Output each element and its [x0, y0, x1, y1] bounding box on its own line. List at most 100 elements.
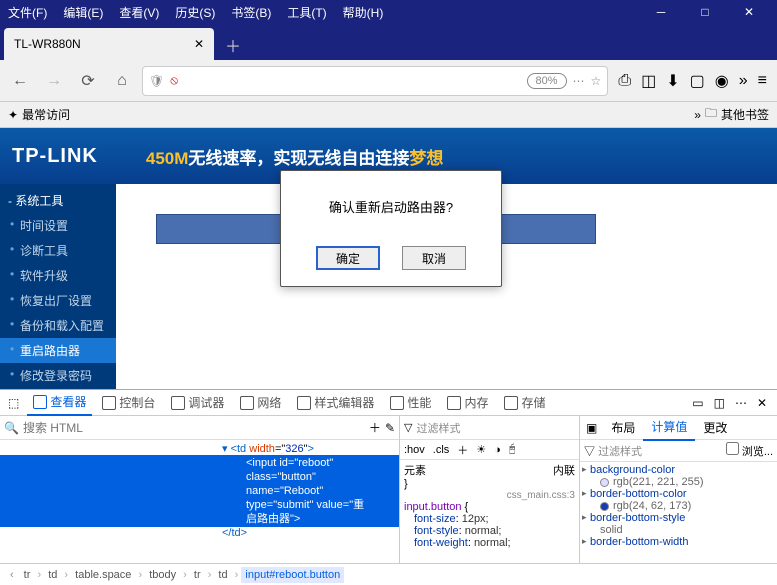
breadcrumb: ‹ tr › td › table.space › tbody › tr › t…	[0, 563, 777, 585]
breadcrumb-item[interactable]: td	[214, 567, 231, 583]
account-icon[interactable]: ◉	[715, 71, 729, 91]
menu-item[interactable]: 书签(B)	[231, 4, 271, 21]
print-icon[interactable]: 🖰	[509, 443, 516, 456]
devtools-tab[interactable]: 调试器	[165, 390, 230, 415]
sidebar-item[interactable]: 时间设置	[0, 213, 116, 238]
breadcrumb-item[interactable]: table.space	[71, 567, 135, 583]
sidebar-item[interactable]: 修改登录密码	[0, 363, 116, 388]
computed-property[interactable]: border-bottom-color	[582, 488, 775, 500]
shield-icon: 🛡	[149, 74, 164, 88]
sidebar: - 系统工具 时间设置诊断工具软件升级恢复出厂设置备份和载入配置重启路由器修改登…	[0, 184, 116, 389]
style-property[interactable]: font-weight: normal;	[404, 537, 575, 549]
sidebar-icon[interactable]: ◫	[641, 71, 656, 91]
browser-tab[interactable]: TL-WR880N ✕	[4, 28, 214, 60]
hov-toggle[interactable]: :hov	[404, 444, 425, 456]
inspect-icon[interactable]: ⬚	[4, 396, 23, 410]
style-property[interactable]: font-size: 12px;	[404, 513, 575, 525]
eyedropper-icon[interactable]: ✎	[385, 421, 395, 435]
computed-panel: ▣ 布局计算值更改 ▽ 过滤样式 浏览... background-colorr…	[580, 416, 777, 563]
filter-icon: ▽	[404, 421, 412, 434]
dock-icon[interactable]: ◫	[714, 396, 725, 410]
inspector-panel: 🔍 ＋ ✎ ▾ <td width="326"> <input id="rebo…	[0, 416, 400, 563]
minimize-button[interactable]: ─	[653, 4, 669, 20]
sidebar-item[interactable]: 备份和载入配置	[0, 313, 116, 338]
more-icon[interactable]: ⋯	[573, 74, 585, 88]
menu-item[interactable]: 帮助(H)	[343, 4, 384, 21]
devtools-tab[interactable]: 网络	[234, 390, 287, 415]
html-td-close[interactable]: </td>	[0, 527, 399, 539]
computed-property[interactable]: border-bottom-width	[582, 536, 775, 548]
html-selected-node[interactable]: <input id="reboot"class="button"name="Re…	[0, 455, 399, 527]
zoom-badge[interactable]: 80%	[527, 73, 567, 89]
devtools-more-icon[interactable]: ⋯	[735, 396, 747, 410]
sidebar-item[interactable]: 重启路由器	[0, 338, 116, 363]
responsive-icon[interactable]: ▭	[692, 396, 703, 410]
address-input[interactable]: 🛡 ⦸ 80% ⋯ ☆	[142, 66, 608, 96]
devtools-tab[interactable]: 内存	[441, 390, 494, 415]
banner-text: 450M无线速率，实现无线自由连接梦想	[146, 144, 444, 169]
computed-property[interactable]: border-bottom-style	[582, 512, 775, 524]
pocket-icon[interactable]: ▢	[690, 71, 705, 91]
add-rule-icon[interactable]: ＋	[457, 442, 468, 458]
cancel-button[interactable]: 取消	[402, 246, 466, 270]
library-icon[interactable]: ⎙	[618, 72, 631, 90]
cls-toggle[interactable]: .cls	[433, 444, 450, 456]
sidebar-toggle-icon[interactable]: ▣	[580, 421, 603, 435]
home-button[interactable]: ⌂	[108, 67, 136, 95]
menu-item[interactable]: 查看(V)	[119, 4, 159, 21]
html-search: 🔍 ＋ ✎	[0, 416, 399, 440]
devtools-tab[interactable]: 控制台	[96, 390, 161, 415]
new-tab-button[interactable]: ＋	[218, 30, 248, 60]
maximize-button[interactable]: □	[697, 4, 713, 20]
url-bar: ← → ⟳ ⌂ 🛡 ⦸ 80% ⋯ ☆ ⎙ ◫ ⬇ ▢ ◉ » ≡	[0, 60, 777, 102]
html-search-input[interactable]	[23, 421, 365, 435]
html-tree[interactable]: ▾ <td width="326"> <input id="reboot"cla…	[0, 440, 399, 563]
menu-item[interactable]: 工具(T)	[287, 4, 326, 21]
html-td-open[interactable]: ▾ <td width="326">	[0, 442, 399, 455]
browse-checkbox[interactable]	[726, 442, 739, 455]
breadcrumb-item[interactable]: tr	[190, 567, 205, 583]
devtools-tab[interactable]: 查看器	[27, 389, 92, 416]
computed-tab[interactable]: 计算值	[643, 416, 695, 441]
sidebar-header[interactable]: - 系统工具	[0, 188, 116, 213]
devtools-tab[interactable]: 样式编辑器	[291, 390, 380, 415]
sidebar-item[interactable]: 系统日志	[0, 388, 116, 389]
tab-close-icon[interactable]: ✕	[194, 37, 204, 51]
sidebar-item[interactable]: 恢复出厂设置	[0, 288, 116, 313]
light-icon[interactable]: ☀	[476, 443, 486, 456]
styles-filter-label[interactable]: 过滤样式	[416, 420, 575, 436]
style-property[interactable]: font-style: normal;	[404, 525, 575, 537]
other-bookmarks-button[interactable]: » 🗀 其他书签	[694, 104, 769, 125]
close-button[interactable]: ✕	[741, 4, 757, 20]
computed-tab[interactable]: 布局	[603, 416, 643, 440]
tracking-blocked-icon: ⦸	[170, 73, 178, 88]
back-button[interactable]: ←	[6, 67, 34, 95]
forward-button[interactable]: →	[40, 67, 68, 95]
computed-tab[interactable]: 更改	[695, 416, 735, 440]
hamburger-icon[interactable]: ≡	[758, 72, 767, 90]
devtools-tab[interactable]: 性能	[384, 390, 437, 415]
breadcrumb-item[interactable]: input#reboot.button	[241, 567, 344, 583]
ok-button[interactable]: 确定	[316, 246, 380, 270]
downloads-icon[interactable]: ⬇	[666, 71, 679, 91]
devtools-tab[interactable]: 存储	[498, 390, 551, 415]
sidebar-item[interactable]: 诊断工具	[0, 238, 116, 263]
breadcrumb-item[interactable]: tr	[20, 567, 35, 583]
stylesheet-source[interactable]: css_main.css:3	[404, 490, 575, 501]
sidebar-item[interactable]: 软件升级	[0, 263, 116, 288]
menu-item[interactable]: 文件(F)	[8, 4, 47, 21]
dark-icon[interactable]: ◑	[494, 444, 501, 456]
computed-property[interactable]: background-color	[582, 464, 775, 476]
menu-item[interactable]: 编辑(E)	[63, 4, 103, 21]
add-icon[interactable]: ＋	[369, 419, 381, 436]
most-visited-button[interactable]: ✦ 最常访问	[8, 106, 70, 123]
devtools-close-icon[interactable]: ✕	[757, 396, 767, 410]
menu-item[interactable]: 历史(S)	[175, 4, 215, 21]
reload-button[interactable]: ⟳	[74, 67, 102, 95]
breadcrumb-prev-icon[interactable]: ‹	[4, 569, 20, 581]
breadcrumb-item[interactable]: td	[44, 567, 61, 583]
breadcrumb-item[interactable]: tbody	[145, 567, 180, 583]
tab-title: TL-WR880N	[14, 37, 81, 51]
overflow-icon[interactable]: »	[739, 72, 748, 90]
star-icon[interactable]: ☆	[591, 74, 602, 88]
